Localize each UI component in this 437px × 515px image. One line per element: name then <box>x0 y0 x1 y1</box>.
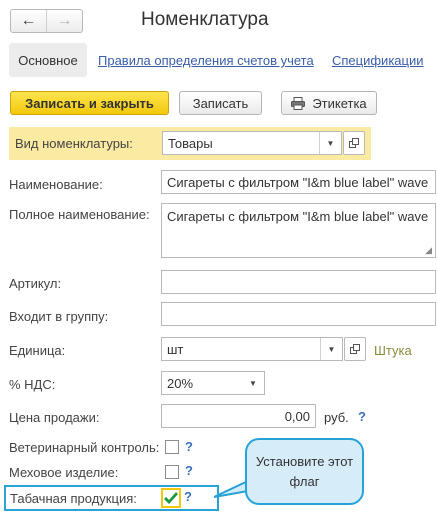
print-label-button[interactable]: Этикетка <box>281 91 377 115</box>
printer-icon <box>291 96 306 110</box>
kind-value: Товары <box>168 135 213 151</box>
save-and-close-button[interactable]: Записать и закрыть <box>10 91 169 115</box>
tab-specifications[interactable]: Спецификации <box>332 53 424 68</box>
caret-down-icon: ▼ <box>327 344 336 354</box>
tobacco-checkbox[interactable] <box>161 488 181 508</box>
name-value: Сигареты с фильтром "I&m blue label" wav… <box>167 174 429 190</box>
kind-select[interactable]: Товары ▼ <box>162 131 342 155</box>
unit-label: Единица: <box>9 343 66 358</box>
dropdown-button[interactable]: ▼ <box>242 372 264 394</box>
unit-value: шт <box>167 341 184 357</box>
vet-label: Ветеринарный контроль: <box>9 440 160 455</box>
unit-select[interactable]: шт ▼ <box>161 337 343 361</box>
arrow-left-icon: ← <box>20 12 37 29</box>
fur-label: Меховое изделие: <box>9 465 119 480</box>
group-label: Входит в группу: <box>9 309 109 324</box>
save-button[interactable]: Записать <box>179 91 262 115</box>
article-label: Артикул: <box>9 276 62 291</box>
price-input[interactable]: 0,00 <box>161 404 316 428</box>
resize-grip-icon: ◢ <box>425 245 432 255</box>
callout-line1: Установите этот <box>255 453 354 469</box>
price-help-icon[interactable]: ? <box>358 409 366 424</box>
arrow-right-icon: → <box>56 12 73 29</box>
caret-down-icon: ▼ <box>326 138 335 148</box>
dropdown-button[interactable]: ▼ <box>319 132 341 154</box>
kind-open-button[interactable] <box>343 131 365 155</box>
fur-help-icon[interactable]: ? <box>185 463 193 478</box>
caret-down-icon: ▼ <box>249 378 257 388</box>
callout-bubble: Установите этот флаг <box>245 438 364 505</box>
vet-help-icon[interactable]: ? <box>185 439 193 454</box>
page-title: Номенклатура <box>141 9 269 30</box>
kind-label: Вид номенклатуры: <box>15 136 133 151</box>
tobacco-help-icon[interactable]: ? <box>184 489 192 504</box>
save-label: Записать <box>192 95 249 111</box>
tobacco-label: Табачная продукция: <box>10 491 137 506</box>
tab-main[interactable]: Основное <box>9 43 87 77</box>
name-input[interactable]: Сигареты с фильтром "I&m blue label" wav… <box>161 170 436 194</box>
callout-line2: флаг <box>289 473 320 489</box>
forward-button[interactable]: → <box>46 10 82 32</box>
unit-open-button[interactable] <box>344 337 366 361</box>
unit-hint: Штука <box>374 343 412 358</box>
full-name-value: Сигареты с фильтром "I&m blue label" wav… <box>167 209 429 224</box>
dropdown-button[interactable]: ▼ <box>320 338 342 360</box>
name-label: Наименование: <box>9 177 103 192</box>
price-value: 0,00 <box>284 408 310 424</box>
save-and-close-label: Записать и закрыть <box>25 95 154 111</box>
full-name-label: Полное наименование: <box>9 207 150 222</box>
tab-account-rules[interactable]: Правила определения счетов учета <box>98 53 314 68</box>
vat-value: 20% <box>167 375 194 391</box>
checkmark-icon <box>164 492 178 504</box>
back-button[interactable]: ← <box>11 10 46 32</box>
price-label: Цена продажи: <box>9 410 100 425</box>
nav-buttons: ← → <box>10 9 83 33</box>
vet-checkbox[interactable] <box>165 440 179 454</box>
article-input[interactable] <box>161 270 436 294</box>
print-label-text: Этикетка <box>312 95 367 111</box>
vat-label: % НДС: <box>9 377 56 392</box>
full-name-textarea[interactable]: Сигареты с фильтром "I&m blue label" wav… <box>161 203 436 258</box>
vat-select[interactable]: 20% ▼ <box>161 371 265 395</box>
group-input[interactable] <box>161 302 436 326</box>
currency-label: руб. <box>324 410 349 425</box>
open-window-icon <box>349 343 360 354</box>
fur-checkbox[interactable] <box>165 465 179 479</box>
open-window-icon <box>348 137 359 148</box>
